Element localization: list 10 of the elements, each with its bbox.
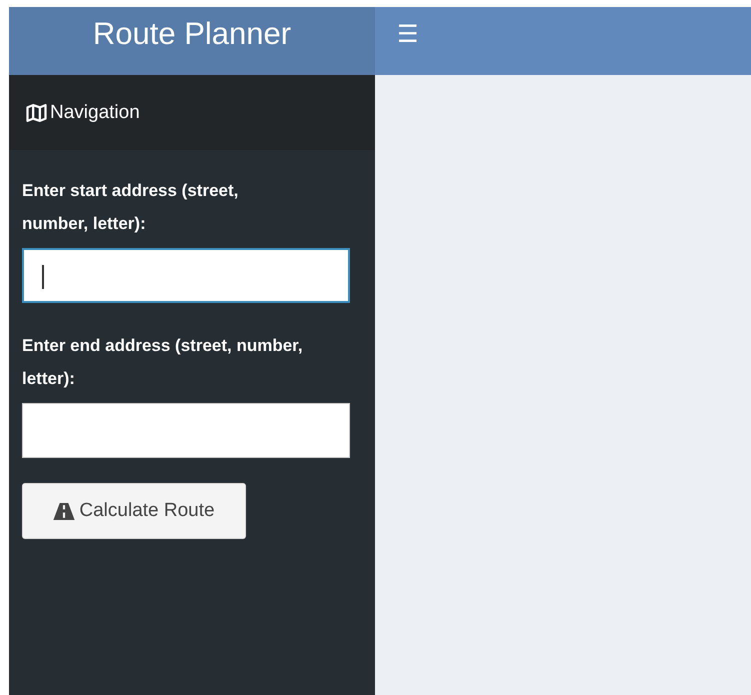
map-icon <box>26 104 47 122</box>
menu-toggle[interactable]: ☰ <box>397 20 419 48</box>
field-label: Enter end address (street, number, letter): <box>22 335 304 390</box>
address-field[interactable] <box>22 403 350 458</box>
address-field[interactable] <box>22 248 350 303</box>
app-title: Route Planner <box>9 7 375 75</box>
section-label: Navigation <box>50 102 140 124</box>
road-icon <box>53 502 76 520</box>
field-label: Enter start address (street, number, letter): <box>22 180 240 235</box>
calculate-route-button[interactable]: Calculate Route <box>22 483 246 539</box>
